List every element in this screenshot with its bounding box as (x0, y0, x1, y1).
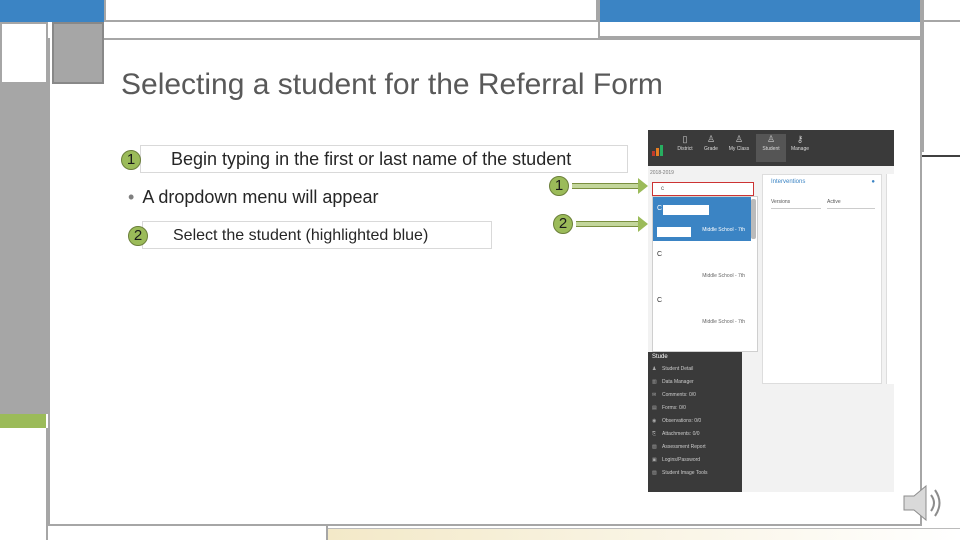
redacted-name (657, 227, 691, 237)
comment-icon: ✉ (652, 392, 657, 398)
step1-text: Begin typing in the first or last name o… (171, 149, 572, 169)
sidebar-header: Stude (652, 354, 668, 360)
app-screenshot: ▯ District ♙ Grade ♙ My Class ♙ Student … (648, 130, 894, 492)
left-grey-bar (0, 84, 48, 414)
student-name: C (657, 205, 663, 212)
sidebar-item-label: Student Detail (662, 366, 694, 372)
callout1-arrow-icon (572, 178, 648, 194)
lock-icon: ▣ (652, 457, 657, 463)
student-school: Middle School - 7th (702, 319, 745, 325)
step2-box: Select the student (highlighted blue) (142, 221, 492, 249)
nav-my-class[interactable]: ♙ My Class (724, 134, 754, 162)
sidebar-item-observations[interactable]: ◉ Observations: 0/0 (652, 418, 701, 424)
corner-frame (922, 0, 960, 22)
sidebar-item-image-tools[interactable]: ▨ Student Image Tools (652, 470, 708, 476)
nav-district-label: District (677, 146, 693, 152)
student-dropdown: C Middle School - 7th C Middle School - … (652, 196, 758, 352)
nav-grade[interactable]: ♙ Grade (696, 134, 726, 162)
left-green-accent (0, 414, 46, 428)
sidebar-item-label: Data Manager (662, 379, 694, 385)
bar-chart-logo-icon (652, 144, 668, 156)
header-accent-left (0, 0, 104, 22)
version-select[interactable]: Versions (771, 199, 821, 209)
step1-box: Begin typing in the first or last name o… (140, 145, 628, 173)
redacted-name (663, 205, 709, 215)
sidebar-item-label: Attachments: 0/0 (662, 431, 700, 437)
sidebar-item-data-manager[interactable]: ▥ Data Manager (652, 379, 694, 385)
callout2-arrow-icon (576, 216, 648, 232)
dropdown-item[interactable]: C Middle School - 7th (653, 243, 751, 287)
nav-manage-label: Manage (790, 146, 810, 152)
student-name: C (657, 297, 663, 304)
sidebar-item-assessment-report[interactable]: ▧ Assessment Report (652, 444, 706, 450)
bullet-text: A dropdown menu will appear (142, 187, 379, 207)
sidebar-item-student-detail[interactable]: ♟ Student Detail (652, 366, 693, 372)
student-school: Middle School - 7th (702, 273, 745, 279)
dropdown-item[interactable]: C Middle School - 7th (653, 289, 751, 333)
panel-title: Interventions (771, 179, 806, 185)
users-icon: ♙ (734, 134, 744, 144)
status-select[interactable]: Active (827, 199, 875, 209)
callout2-badge: 2 (553, 214, 573, 234)
slide-title: Selecting a student for the Referral For… (121, 68, 663, 101)
bullet-dot-icon: • (128, 187, 135, 207)
content-frame-top (104, 38, 922, 40)
users-icon: ♙ (706, 134, 716, 144)
speaker-icon[interactable] (898, 478, 948, 528)
student-sidebar: Stude ♟ Student Detail ▥ Data Manager ✉ Com… (648, 352, 742, 492)
sidebar-item-comments[interactable]: ✉ Comments: 0/0 (652, 392, 696, 398)
sidebar-item-label: Assessment Report (662, 444, 706, 450)
dropdown-scrollbar[interactable] (751, 199, 756, 239)
footer-frame-left (48, 526, 328, 540)
student-name: C (657, 251, 663, 258)
right-panel (886, 174, 894, 384)
right-frame-line (922, 22, 924, 152)
user-icon: ♙ (766, 134, 776, 144)
student-school: Middle School - 7th (702, 227, 745, 233)
step1-badge: 1 (121, 150, 141, 170)
step2-badge: 2 (128, 226, 148, 246)
app-topbar: ▯ District ♙ Grade ♙ My Class ♙ Student … (648, 130, 894, 166)
bullet-item: • A dropdown menu will appear (128, 187, 378, 208)
left-frame-box (0, 22, 48, 84)
header-frame-right (598, 0, 922, 38)
footer-gradient (328, 528, 960, 540)
left-bottom-frame (0, 428, 48, 540)
dropdown-item-selected[interactable]: C Middle School - 7th (653, 197, 751, 241)
building-icon: ▯ (682, 134, 688, 144)
sidebar-item-label: Student Image Tools (662, 470, 708, 476)
sidebar-item-logins[interactable]: ▣ Logins/Password (652, 457, 700, 463)
report-icon: ▧ (652, 444, 657, 450)
right-dark-line (922, 155, 960, 157)
sidebar-item-attachments[interactable]: ⎘ Attachments: 0/0 (652, 431, 700, 437)
eye-icon: ◉ (652, 418, 657, 424)
nav-student[interactable]: ♙ Student (756, 134, 786, 162)
callout1-badge: 1 (549, 176, 569, 196)
header-frame-left (104, 0, 598, 22)
student-search-input[interactable]: c (652, 182, 754, 196)
sidebar-item-forms[interactable]: ▤ Forms: 0/0 (652, 405, 686, 411)
sidebar-item-label: Logins/Password (662, 457, 701, 463)
person-icon: ♟ (652, 366, 657, 372)
info-icon[interactable]: ● (871, 179, 875, 185)
nav-my-class-label: My Class (728, 146, 750, 152)
nav-grade-label: Grade (704, 146, 718, 152)
chart-icon: ▥ (652, 379, 657, 385)
nav-student-label: Student (762, 146, 780, 152)
sidebar-item-label: Comments: 0/0 (662, 392, 696, 398)
app-content: 2018-2019 c Interventions ● Versions Act… (648, 166, 894, 492)
school-year: 2018-2019 (650, 170, 674, 176)
paperclip-icon: ⎘ (652, 431, 657, 437)
key-icon: ⚷ (796, 134, 804, 144)
interventions-panel: Interventions ● Versions Active (762, 174, 882, 384)
sidebar-item-label: Forms: 0/0 (662, 405, 686, 411)
image-icon: ▨ (652, 470, 657, 476)
form-icon: ▤ (652, 405, 657, 411)
sidebar-item-label: Observations: 0/0 (662, 418, 702, 424)
step2-text: Select the student (highlighted blue) (173, 227, 429, 244)
nav-manage[interactable]: ⚷ Manage (785, 134, 815, 162)
